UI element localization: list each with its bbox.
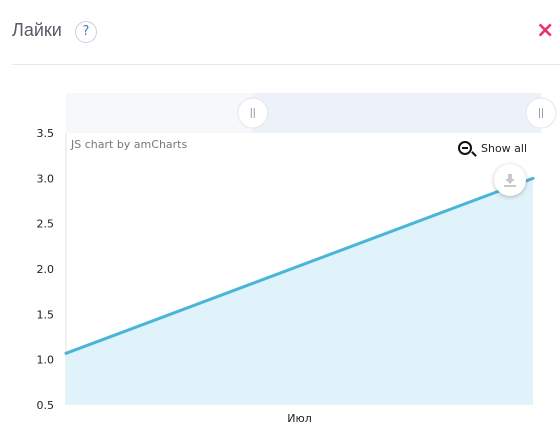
y-tick-label: 2.5	[37, 218, 55, 231]
scrollbar-end-grip[interactable]	[525, 97, 557, 129]
y-tick-label: 2.0	[37, 263, 55, 276]
y-tick-label: 3.5	[37, 127, 55, 140]
scrollbar-start-grip[interactable]	[237, 97, 269, 129]
y-tick-label: 1.0	[37, 354, 55, 367]
y-tick-label: 3.0	[37, 172, 55, 185]
show-all-label: Show all	[481, 142, 528, 155]
likes-chart: 0.5 1.0 1.5 2.0 2.5 3.0 3.5 Июл	[37, 93, 557, 425]
y-tick-label: 0.5	[37, 399, 55, 412]
series-area	[66, 178, 533, 405]
chart-watermark: JS chart by amCharts	[71, 138, 188, 151]
y-tick-label: 1.5	[37, 308, 55, 321]
x-tick-label: Июл	[287, 412, 312, 425]
zoom-out-icon	[458, 141, 472, 155]
download-button[interactable]	[494, 164, 526, 196]
scrollbar-thumb[interactable]	[252, 93, 542, 133]
